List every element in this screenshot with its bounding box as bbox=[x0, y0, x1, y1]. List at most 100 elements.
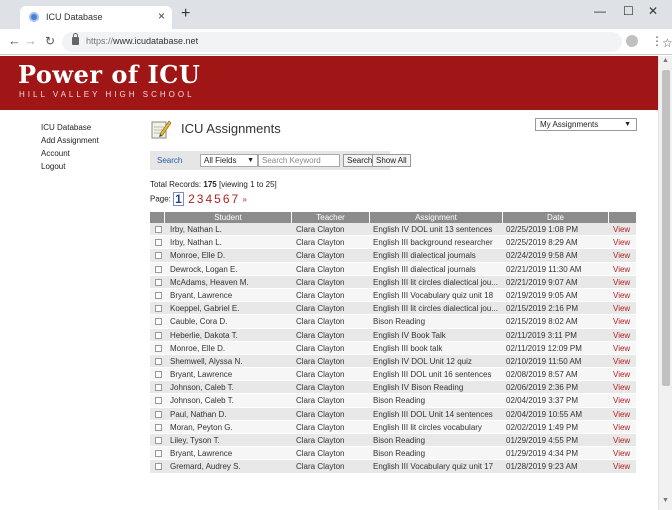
new-tab-icon[interactable]: + bbox=[181, 6, 190, 22]
row-checkbox[interactable] bbox=[155, 291, 162, 299]
view-link[interactable]: View bbox=[613, 263, 633, 276]
column-header-teacher[interactable]: Teacher bbox=[292, 212, 370, 223]
row-checkbox[interactable] bbox=[155, 305, 162, 313]
cell-assignment: English III Vocabulary quiz unit 18 bbox=[373, 290, 494, 300]
table-header: Student Teacher Assignment Date bbox=[150, 212, 636, 223]
sidebar-item-logout[interactable]: Logout bbox=[41, 160, 99, 173]
view-link[interactable]: View bbox=[613, 447, 633, 460]
row-checkbox[interactable] bbox=[155, 437, 162, 444]
row-checkbox[interactable] bbox=[155, 239, 162, 247]
row-checkbox[interactable] bbox=[155, 344, 162, 352]
view-link[interactable]: View bbox=[613, 249, 633, 262]
search-keyword-input[interactable] bbox=[258, 154, 340, 167]
view-link[interactable]: View bbox=[613, 355, 633, 368]
column-header-assignment[interactable]: Assignment bbox=[370, 212, 503, 223]
search-panel: Search All Fields ▼ Search Show All bbox=[150, 151, 411, 170]
records-label: Total Records: bbox=[150, 180, 202, 189]
view-link[interactable]: View bbox=[613, 302, 633, 315]
sidebar-item-add-assignment[interactable]: Add Assignment bbox=[41, 134, 99, 147]
page-link[interactable]: 7 bbox=[232, 192, 239, 206]
bookmark-star-icon[interactable]: ☆ bbox=[662, 36, 672, 50]
cell-date: 02/02/2019 1:49 PM bbox=[506, 422, 579, 432]
view-link[interactable]: View bbox=[613, 223, 633, 236]
maximize-icon[interactable]: ☐ bbox=[623, 3, 634, 19]
view-link[interactable]: View bbox=[613, 460, 633, 473]
column-header-date[interactable]: Date bbox=[503, 212, 609, 223]
minimize-icon[interactable]: — bbox=[594, 3, 606, 19]
view-link[interactable]: View bbox=[613, 342, 633, 355]
view-link[interactable]: View bbox=[613, 315, 633, 328]
view-link[interactable]: View bbox=[613, 421, 633, 434]
cell-student: Dewrock, Logan E. bbox=[170, 264, 238, 274]
profile-avatar-icon[interactable] bbox=[626, 35, 638, 47]
back-arrow-icon[interactable]: ← bbox=[8, 34, 21, 48]
row-checkbox[interactable] bbox=[155, 252, 162, 260]
view-link[interactable]: View bbox=[613, 434, 633, 447]
page-link[interactable]: 3 bbox=[197, 192, 204, 206]
view-link[interactable]: View bbox=[613, 408, 633, 421]
cell-teacher: Clara Clayton bbox=[296, 277, 345, 287]
page-scrollbar[interactable]: ▲ ▼ bbox=[658, 56, 672, 510]
scroll-down-icon[interactable]: ▼ bbox=[662, 497, 669, 504]
view-link[interactable]: View bbox=[613, 368, 633, 381]
view-link[interactable]: View bbox=[613, 236, 633, 249]
cell-assignment: English III background researcher bbox=[373, 238, 493, 248]
header-action-column bbox=[609, 212, 636, 223]
scroll-up-icon[interactable]: ▲ bbox=[662, 57, 669, 64]
cell-student: Bryant, Lawrence bbox=[170, 290, 233, 300]
view-link[interactable]: View bbox=[613, 329, 633, 342]
close-window-icon[interactable]: ✕ bbox=[648, 3, 658, 19]
sidebar-item-icu-database[interactable]: ICU Database bbox=[41, 121, 99, 134]
row-checkbox[interactable] bbox=[155, 423, 162, 431]
records-summary: Total Records: 175 [viewing 1 to 25] bbox=[150, 180, 277, 189]
row-checkbox[interactable] bbox=[155, 226, 162, 233]
page-link[interactable]: 4 bbox=[205, 192, 212, 206]
view-link[interactable]: View bbox=[613, 276, 633, 289]
url-bar[interactable]: https://www.icudatabase.net ☆ bbox=[62, 32, 672, 52]
close-tab-icon[interactable]: × bbox=[158, 9, 165, 23]
cell-date: 02/06/2019 2:36 PM bbox=[506, 383, 579, 393]
browser-tab[interactable]: ICU Database × bbox=[20, 6, 172, 29]
cell-teacher: Clara Clayton bbox=[296, 251, 345, 261]
row-checkbox[interactable] bbox=[155, 450, 162, 458]
table-row: Moran, Peyton G. Clara Clayton English III… bbox=[150, 420, 636, 434]
row-checkbox[interactable] bbox=[155, 371, 162, 379]
view-link[interactable]: View bbox=[613, 289, 633, 302]
cell-student: Bryant, Lawrence bbox=[170, 449, 233, 459]
page-link[interactable]: 2 bbox=[188, 192, 195, 206]
cell-date: 02/21/2019 9:07 AM bbox=[506, 277, 578, 287]
page-link[interactable]: 5 bbox=[214, 192, 221, 206]
page-next-link[interactable]: » bbox=[242, 195, 246, 204]
search-field-select[interactable]: All Fields ▼ bbox=[200, 154, 258, 167]
pagination-label: Page: bbox=[150, 194, 171, 204]
view-link[interactable]: View bbox=[613, 394, 633, 407]
row-checkbox[interactable] bbox=[155, 397, 162, 405]
kebab-menu-icon[interactable]: ⋮ bbox=[651, 34, 663, 48]
row-checkbox[interactable] bbox=[155, 410, 162, 418]
row-checkbox[interactable] bbox=[155, 318, 162, 326]
cell-date: 01/29/2019 4:34 PM bbox=[506, 449, 579, 459]
forward-arrow-icon[interactable]: → bbox=[24, 34, 37, 48]
cell-date: 02/15/2019 2:16 PM bbox=[506, 304, 579, 314]
reload-icon[interactable]: ↻ bbox=[45, 34, 55, 48]
cell-date: 02/11/2019 12:09 PM bbox=[506, 343, 582, 353]
column-header-student[interactable]: Student bbox=[165, 212, 292, 223]
cell-student: Liley, Tyson T. bbox=[170, 436, 220, 445]
row-checkbox[interactable] bbox=[155, 278, 162, 286]
cell-student: Cauble, Cora D. bbox=[170, 317, 228, 327]
row-checkbox[interactable] bbox=[155, 463, 162, 471]
row-checkbox[interactable] bbox=[155, 384, 162, 392]
row-checkbox[interactable] bbox=[155, 331, 162, 339]
row-checkbox[interactable] bbox=[155, 265, 162, 273]
cell-assignment: English III dialectical journals bbox=[373, 264, 476, 274]
cell-assignment: Bison Reading bbox=[373, 317, 426, 327]
assignments-view-select[interactable]: My Assignments ▼ bbox=[535, 118, 637, 131]
sidebar-item-account[interactable]: Account bbox=[41, 147, 99, 160]
cell-student: Paul, Nathan D. bbox=[170, 409, 227, 419]
row-checkbox[interactable] bbox=[155, 357, 162, 365]
show-all-button[interactable]: Show All bbox=[372, 154, 411, 167]
scrollbar-thumb[interactable] bbox=[662, 70, 670, 386]
page-link[interactable]: 6 bbox=[223, 192, 230, 206]
table-row: Bryant, Lawrence Clara Clayton English III… bbox=[150, 368, 636, 382]
view-link[interactable]: View bbox=[613, 381, 633, 394]
